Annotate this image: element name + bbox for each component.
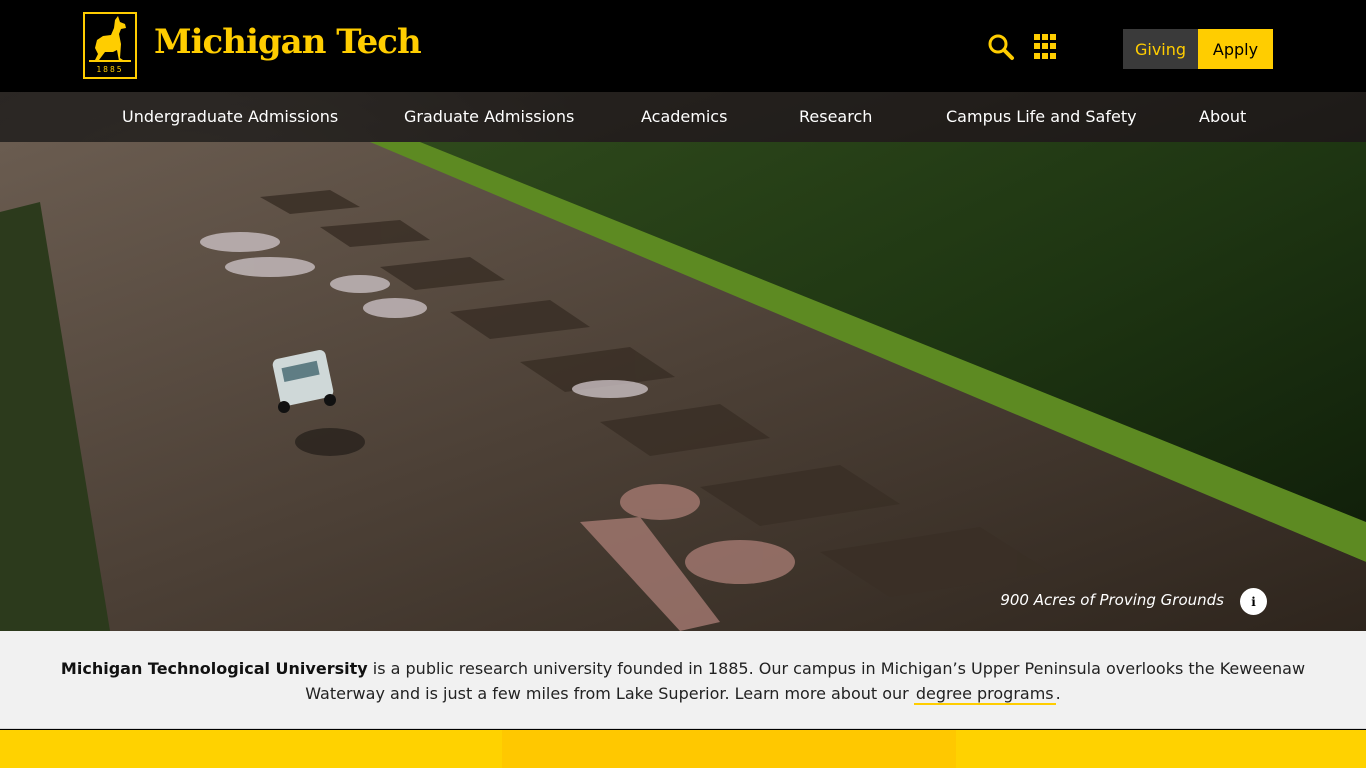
apply-button[interactable]: Apply: [1198, 29, 1273, 69]
search-icon: [988, 34, 1014, 60]
proving-grounds-photo: [0, 142, 1366, 631]
intro-section: Michigan Technological University is a p…: [0, 631, 1366, 729]
hero-image: Undergraduate Admissions Graduate Admiss…: [0, 92, 1366, 631]
audience-link-alumni[interactable]: Alumni: [181, 0, 237, 19]
site-header: 1885 Michigan Tech Students Faculty/Staf…: [0, 0, 1366, 92]
logo-link[interactable]: 1885: [83, 12, 137, 79]
grid-icon: [1034, 34, 1040, 40]
university-name: Michigan Technological University: [60, 659, 368, 678]
nav-undergraduate-admissions[interactable]: Undergraduate Admissions: [122, 107, 338, 126]
main-nav: Undergraduate Admissions Graduate Admiss…: [0, 92, 1366, 142]
audience-link-parents[interactable]: Parents: [242, 0, 302, 19]
intro-text: is a public research university founded …: [305, 659, 1306, 703]
intro-paragraph: Michigan Technological University is a p…: [60, 656, 1306, 706]
apps-grid-button[interactable]: [1034, 34, 1060, 60]
nav-research[interactable]: Research: [799, 107, 872, 126]
search-button[interactable]: [987, 33, 1015, 61]
audience-link-students[interactable]: Students: [0, 0, 71, 19]
hero-caption: 900 Acres of Proving Grounds: [1000, 591, 1224, 609]
nav-campus-life-safety[interactable]: Campus Life and Safety: [946, 107, 1137, 126]
intro-end: .: [1055, 684, 1061, 703]
nav-graduate-admissions[interactable]: Graduate Admissions: [404, 107, 574, 126]
yellow-band-middle: [502, 730, 956, 768]
logo-year: 1885: [96, 65, 124, 74]
audience-nav: Students Faculty/Staff Alumni Parents: [0, 0, 1366, 19]
info-button[interactable]: i: [1240, 588, 1267, 615]
brand-wordmark[interactable]: Michigan Tech: [154, 22, 422, 62]
degree-programs-link[interactable]: degree programs: [913, 684, 1056, 705]
info-icon: i: [1251, 594, 1256, 609]
nav-about[interactable]: About: [1199, 107, 1246, 126]
giving-button[interactable]: Giving: [1123, 29, 1198, 69]
nav-academics[interactable]: Academics: [641, 107, 727, 126]
